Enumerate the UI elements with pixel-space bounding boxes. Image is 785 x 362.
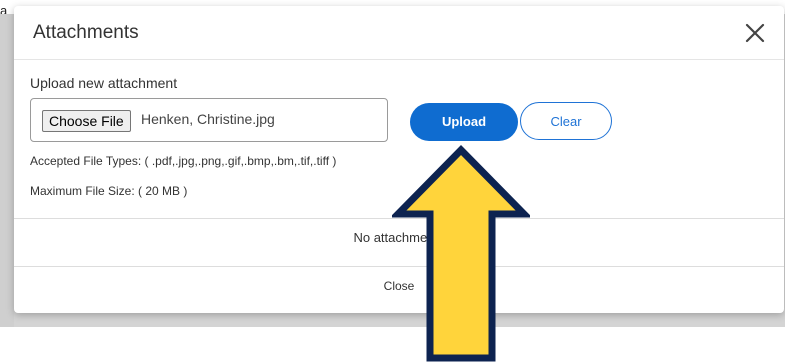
accepted-file-types: Accepted File Types: ( .pdf,.jpg,.png,.g…: [30, 154, 337, 168]
choose-file-button[interactable]: Choose File: [42, 110, 131, 132]
dialog-title: Attachments: [33, 22, 139, 43]
background-left-panel: [0, 14, 14, 327]
clear-button[interactable]: Clear: [520, 102, 612, 140]
max-file-size: Maximum File Size: ( 20 MB ): [30, 184, 188, 198]
upload-button[interactable]: Upload: [410, 103, 518, 141]
file-input[interactable]: Choose File Henken, Christine.jpg: [30, 98, 388, 142]
close-icon[interactable]: [743, 21, 767, 45]
upload-section-label: Upload new attachment: [30, 75, 178, 91]
header-divider: [14, 59, 784, 60]
up-arrow-icon: [389, 144, 533, 362]
selected-file-name: Henken, Christine.jpg: [141, 111, 275, 127]
screen: a Attachments Upload new attachment Choo…: [0, 0, 785, 362]
